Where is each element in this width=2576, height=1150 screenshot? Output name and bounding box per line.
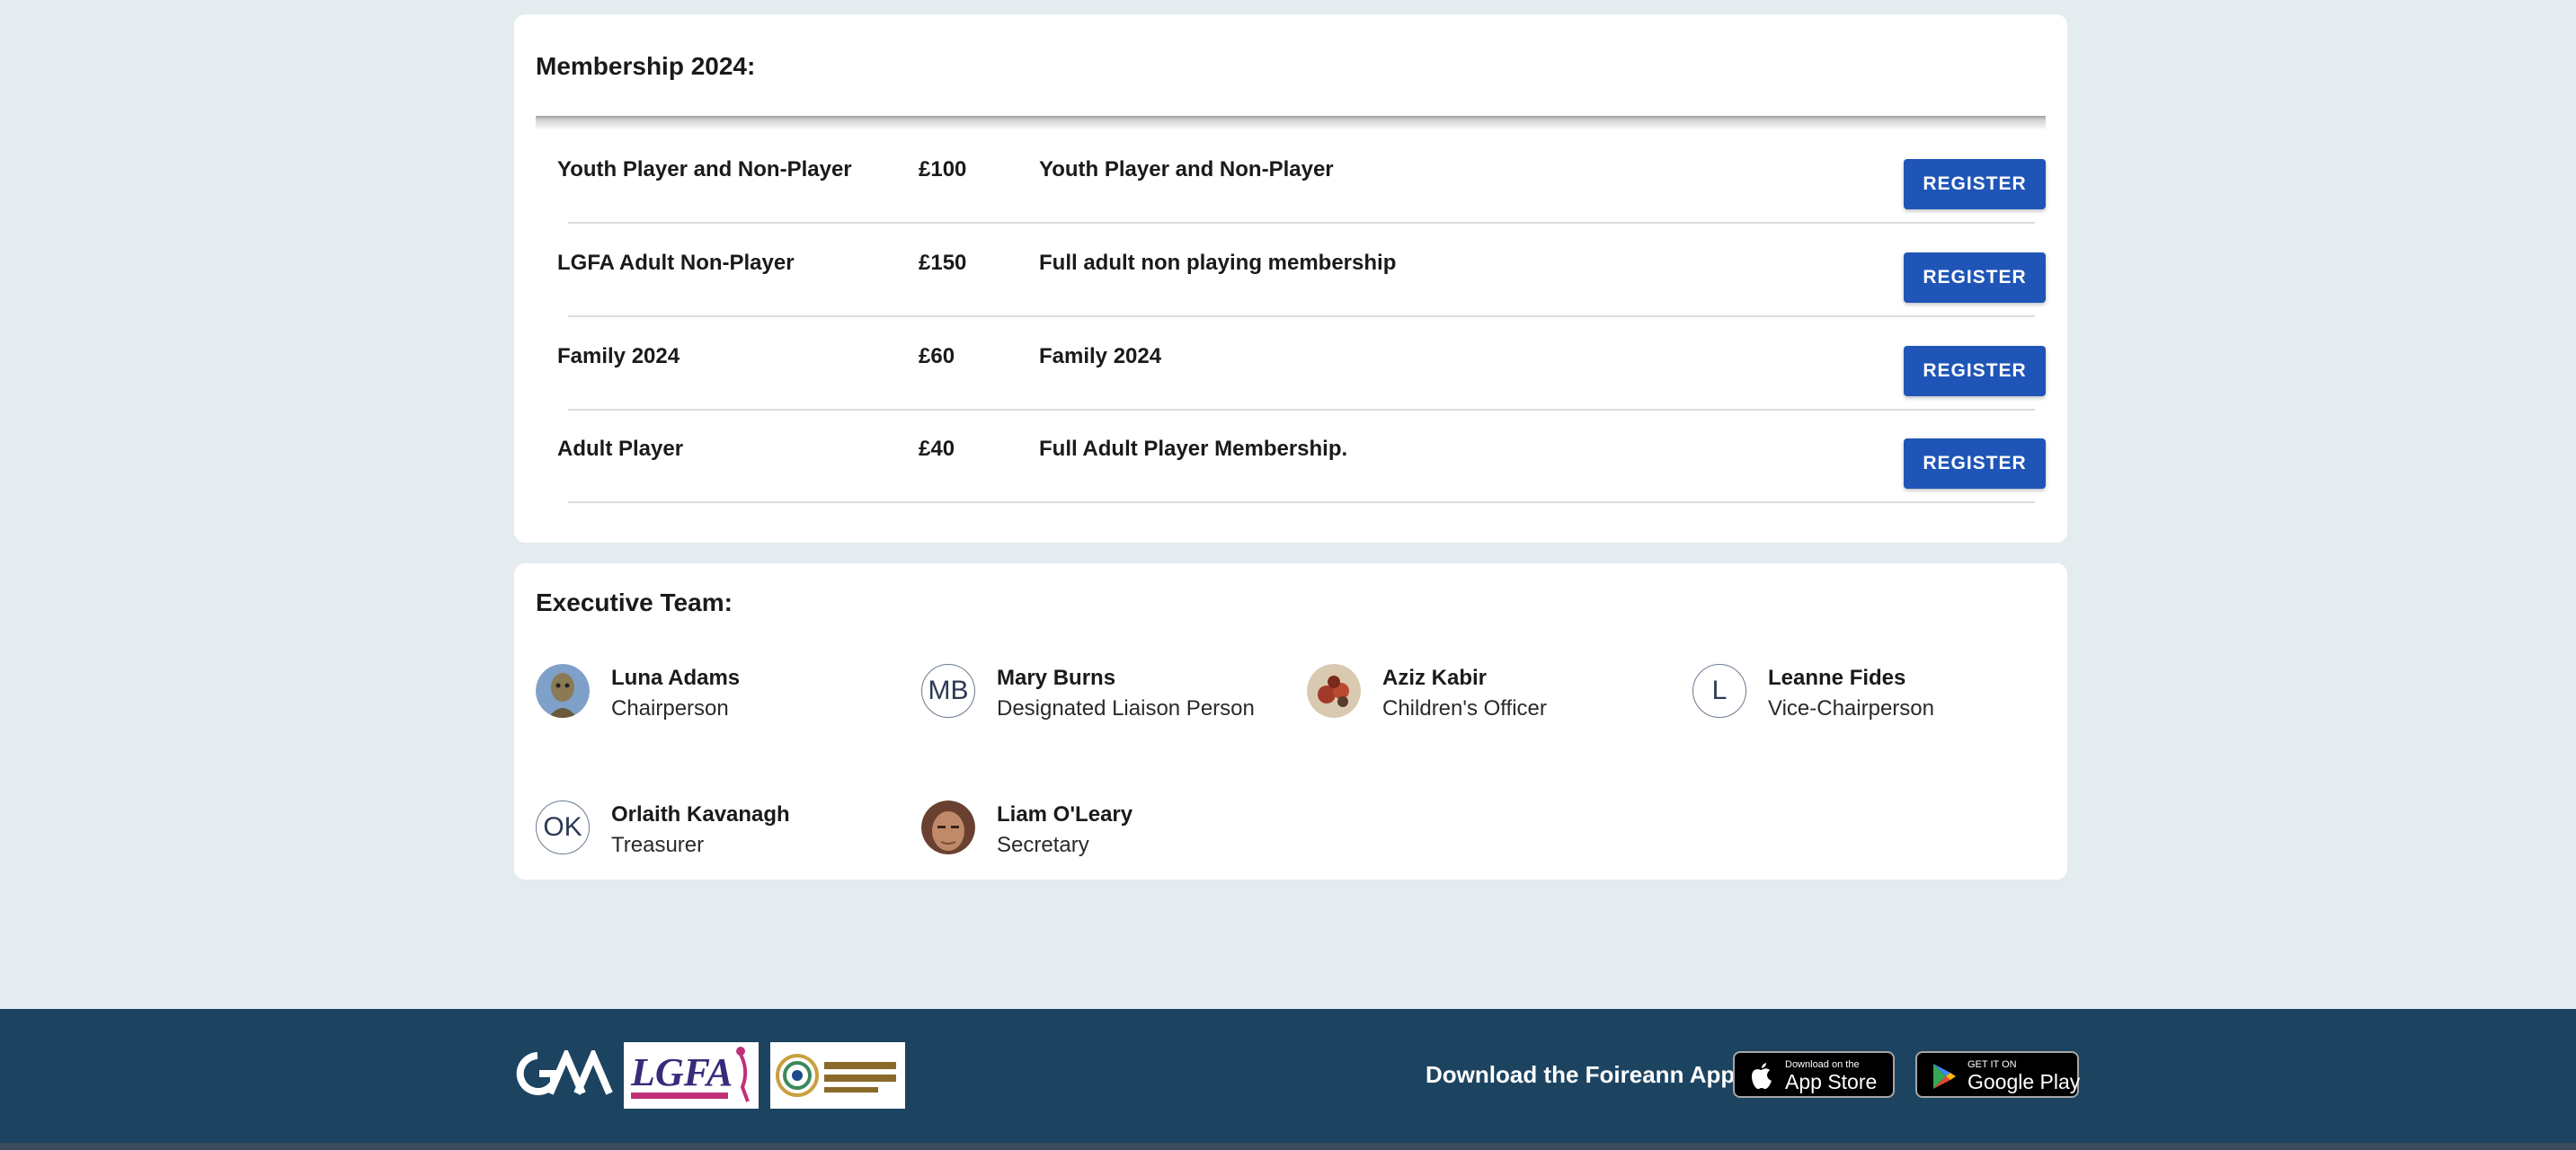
member-card[interactable]: OK Orlaith Kavanagh Treasurer	[536, 793, 913, 865]
footer: LGFA Download the Foireann App: Download…	[0, 1009, 2576, 1150]
register-button[interactable]: REGISTER	[1904, 438, 2046, 489]
register-button[interactable]: REGISTER	[1904, 252, 2046, 303]
google-play-big-text: Google Play	[1968, 1070, 2081, 1093]
member-role: Treasurer	[611, 833, 705, 857]
member-role: Designated Liaison Person	[997, 696, 1255, 721]
app-store-small-text: Download on the	[1785, 1059, 1860, 1070]
google-play-icon	[1933, 1064, 1956, 1089]
avatar: L	[1692, 664, 1746, 718]
membership-description: Youth Player and Non-Player	[1039, 157, 1334, 181]
membership-name: Youth Player and Non-Player	[557, 157, 852, 181]
member-role: Vice-Chairperson	[1768, 696, 1934, 721]
svg-text:LGFA: LGFA	[630, 1050, 733, 1094]
membership-name: Adult Player	[557, 437, 684, 461]
membership-row: LGFA Adult Non-Player £150 Full adult no…	[536, 224, 2046, 317]
apple-icon	[1752, 1063, 1772, 1089]
google-play-small-text: GET IT ON	[1968, 1059, 2017, 1070]
membership-card: Membership 2024: Youth Player and Non-Pl…	[514, 14, 2067, 543]
member-name: Aziz Kabir	[1382, 666, 1488, 690]
membership-price: £40	[919, 437, 955, 461]
membership-price: £150	[919, 251, 967, 275]
avatar	[536, 664, 590, 718]
member-card[interactable]: Liam O'Leary Secretary	[921, 793, 1299, 865]
member-name: Orlaith Kavanagh	[611, 802, 790, 827]
register-button[interactable]: REGISTER	[1904, 159, 2046, 209]
membership-name: LGFA Adult Non-Player	[557, 251, 795, 275]
member-name: Mary Burns	[997, 666, 1116, 690]
row-divider	[568, 501, 2035, 503]
member-name: Liam O'Leary	[997, 802, 1133, 827]
member-role: Secretary	[997, 833, 1089, 857]
member-card[interactable]: L Leanne Fides Vice-Chairperson	[1692, 657, 2070, 729]
member-card[interactable]: Aziz Kabir Children's Officer	[1307, 657, 1684, 729]
executive-title: Executive Team:	[536, 588, 733, 616]
membership-row: Youth Player and Non-Player £100 Youth P…	[536, 130, 2046, 224]
gaa-logo[interactable]	[514, 1046, 613, 1097]
avatar: OK	[536, 801, 590, 854]
download-app-label: Download the Foireann App:	[1426, 1061, 1743, 1088]
avatar: MB	[921, 664, 975, 718]
member-name: Leanne Fides	[1768, 666, 1906, 690]
membership-description: Full adult non playing membership	[1039, 251, 1397, 275]
member-card[interactable]: Luna Adams Chairperson	[536, 657, 913, 729]
executive-team-card: Executive Team: Luna Adams Chairperson M…	[514, 563, 2067, 880]
app-store-big-text: App Store	[1785, 1070, 1878, 1093]
membership-description: Family 2024	[1039, 344, 1162, 368]
footer-bottom-bar	[0, 1143, 2576, 1150]
google-play-button[interactable]: GET IT ON Google Play	[1915, 1051, 2081, 1098]
membership-price: £60	[919, 344, 955, 368]
member-name: Luna Adams	[611, 666, 741, 690]
membership-title: Membership 2024:	[536, 52, 756, 80]
avatar	[921, 801, 975, 854]
avatar	[1307, 664, 1361, 718]
app-store-button[interactable]: Download on the App Store	[1733, 1051, 1895, 1098]
membership-description: Full Adult Player Membership.	[1039, 437, 1348, 461]
membership-row: Adult Player £40 Full Adult Player Membe…	[536, 410, 2046, 503]
membership-name: Family 2024	[557, 344, 680, 368]
lgfa-logo[interactable]: LGFA	[624, 1042, 759, 1109]
camogie-association-logo[interactable]	[770, 1042, 905, 1109]
member-role: Children's Officer	[1382, 696, 1547, 721]
member-role: Chairperson	[611, 696, 729, 721]
membership-row: Family 2024 £60 Family 2024 REGISTER	[536, 317, 2046, 411]
member-card[interactable]: MB Mary Burns Designated Liaison Person	[921, 657, 1299, 729]
membership-price: £100	[919, 157, 967, 181]
register-button[interactable]: REGISTER	[1904, 346, 2046, 396]
